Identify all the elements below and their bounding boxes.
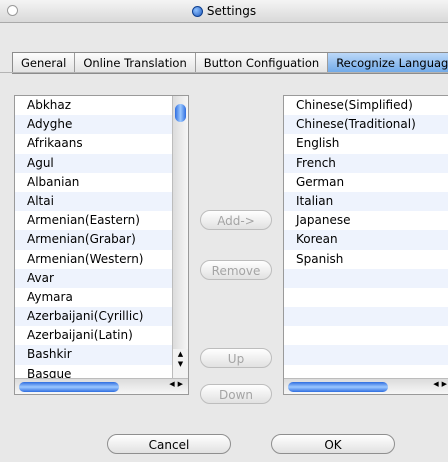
list-item[interactable]: Avar (15, 268, 175, 288)
tab-recognize-language[interactable]: Recognize Language (328, 53, 448, 73)
list-item[interactable]: Adyghe (15, 115, 175, 135)
empty-row (284, 268, 448, 288)
list-item[interactable]: French (284, 153, 448, 173)
list-item[interactable]: Abkhaz (15, 96, 175, 115)
list-item[interactable]: Korean (284, 230, 448, 250)
horizontal-scroll-arrows[interactable]: ◀▶ (169, 380, 186, 388)
tab-online-translation[interactable]: Online Translation (75, 53, 196, 73)
list-item[interactable]: Armenian(Grabar) (15, 230, 175, 250)
empty-row (284, 288, 448, 307)
horizontal-scrollbar[interactable]: ◀▶ (15, 378, 188, 394)
scroll-right-arrow-icon[interactable]: ▶ (442, 380, 448, 388)
list-item[interactable]: Armenian(Eastern) (15, 211, 175, 230)
empty-row (284, 307, 448, 327)
scroll-left-arrow-icon[interactable]: ◀ (433, 380, 441, 388)
window-title: Settings (206, 4, 257, 18)
scroll-right-arrow-icon[interactable]: ▶ (178, 380, 186, 388)
list-item[interactable]: Azerbaijani(Latin) (15, 326, 175, 345)
list-item[interactable]: Albanian (15, 173, 175, 192)
cancel-button[interactable]: Cancel (107, 434, 231, 454)
horizontal-scroll-arrows[interactable]: ◀▶ (433, 380, 448, 388)
empty-row (284, 345, 448, 365)
list-item[interactable]: Chinese(Traditional) (284, 115, 448, 135)
list-item[interactable]: Agul (15, 153, 175, 173)
list-item[interactable]: Italian (284, 191, 448, 212)
titlebar: Settings (0, 0, 448, 23)
scroll-left-arrow-icon[interactable]: ◀ (169, 380, 177, 388)
list-item[interactable]: Chinese(Simplified) (284, 96, 448, 115)
scroll-thumb[interactable] (288, 382, 388, 392)
selected-languages-rows: Chinese(Simplified) Chinese(Traditional)… (284, 96, 448, 384)
tab-bar: General Online Translation Button Config… (12, 52, 448, 74)
list-item[interactable]: Japanese (284, 211, 448, 230)
tab-general[interactable]: General (13, 53, 76, 73)
available-languages-rows: Abkhaz Adyghe Afrikaans Agul Albanian Al… (15, 96, 175, 384)
app-icon (191, 5, 203, 17)
scroll-thumb[interactable] (175, 104, 186, 122)
list-item[interactable]: Altai (15, 191, 175, 212)
ok-button[interactable]: OK (271, 434, 395, 454)
list-item[interactable]: Azerbaijani(Cyrillic) (15, 307, 175, 327)
vertical-scrollbar[interactable] (172, 96, 188, 379)
add-button[interactable]: Add-> (200, 210, 272, 230)
scroll-down-arrow-icon[interactable]: ▼ (173, 359, 188, 369)
list-item[interactable]: Spanish (284, 250, 448, 269)
scroll-arrows[interactable]: ▲ ▼ (172, 349, 188, 379)
list-item[interactable]: Armenian(Western) (15, 250, 175, 269)
tab-button-configuation[interactable]: Button Configuation (196, 53, 329, 73)
scroll-thumb[interactable] (19, 382, 119, 392)
down-button[interactable]: Down (200, 384, 272, 404)
up-button[interactable]: Up (200, 348, 272, 368)
list-item[interactable]: Aymara (15, 288, 175, 307)
selected-languages-list[interactable]: Chinese(Simplified) Chinese(Traditional)… (283, 95, 448, 395)
remove-button[interactable]: Remove (200, 260, 272, 280)
list-item[interactable]: German (284, 173, 448, 192)
scroll-up-arrow-icon[interactable]: ▲ (173, 349, 188, 359)
title-wrap: Settings (0, 0, 448, 22)
horizontal-scrollbar[interactable]: ◀▶ (284, 378, 448, 394)
list-item[interactable]: Bashkir (15, 345, 175, 365)
list-item[interactable]: English (284, 134, 448, 153)
list-item[interactable]: Afrikaans (15, 134, 175, 153)
available-languages-list[interactable]: Abkhaz Adyghe Afrikaans Agul Albanian Al… (14, 95, 189, 395)
empty-row (284, 326, 448, 345)
